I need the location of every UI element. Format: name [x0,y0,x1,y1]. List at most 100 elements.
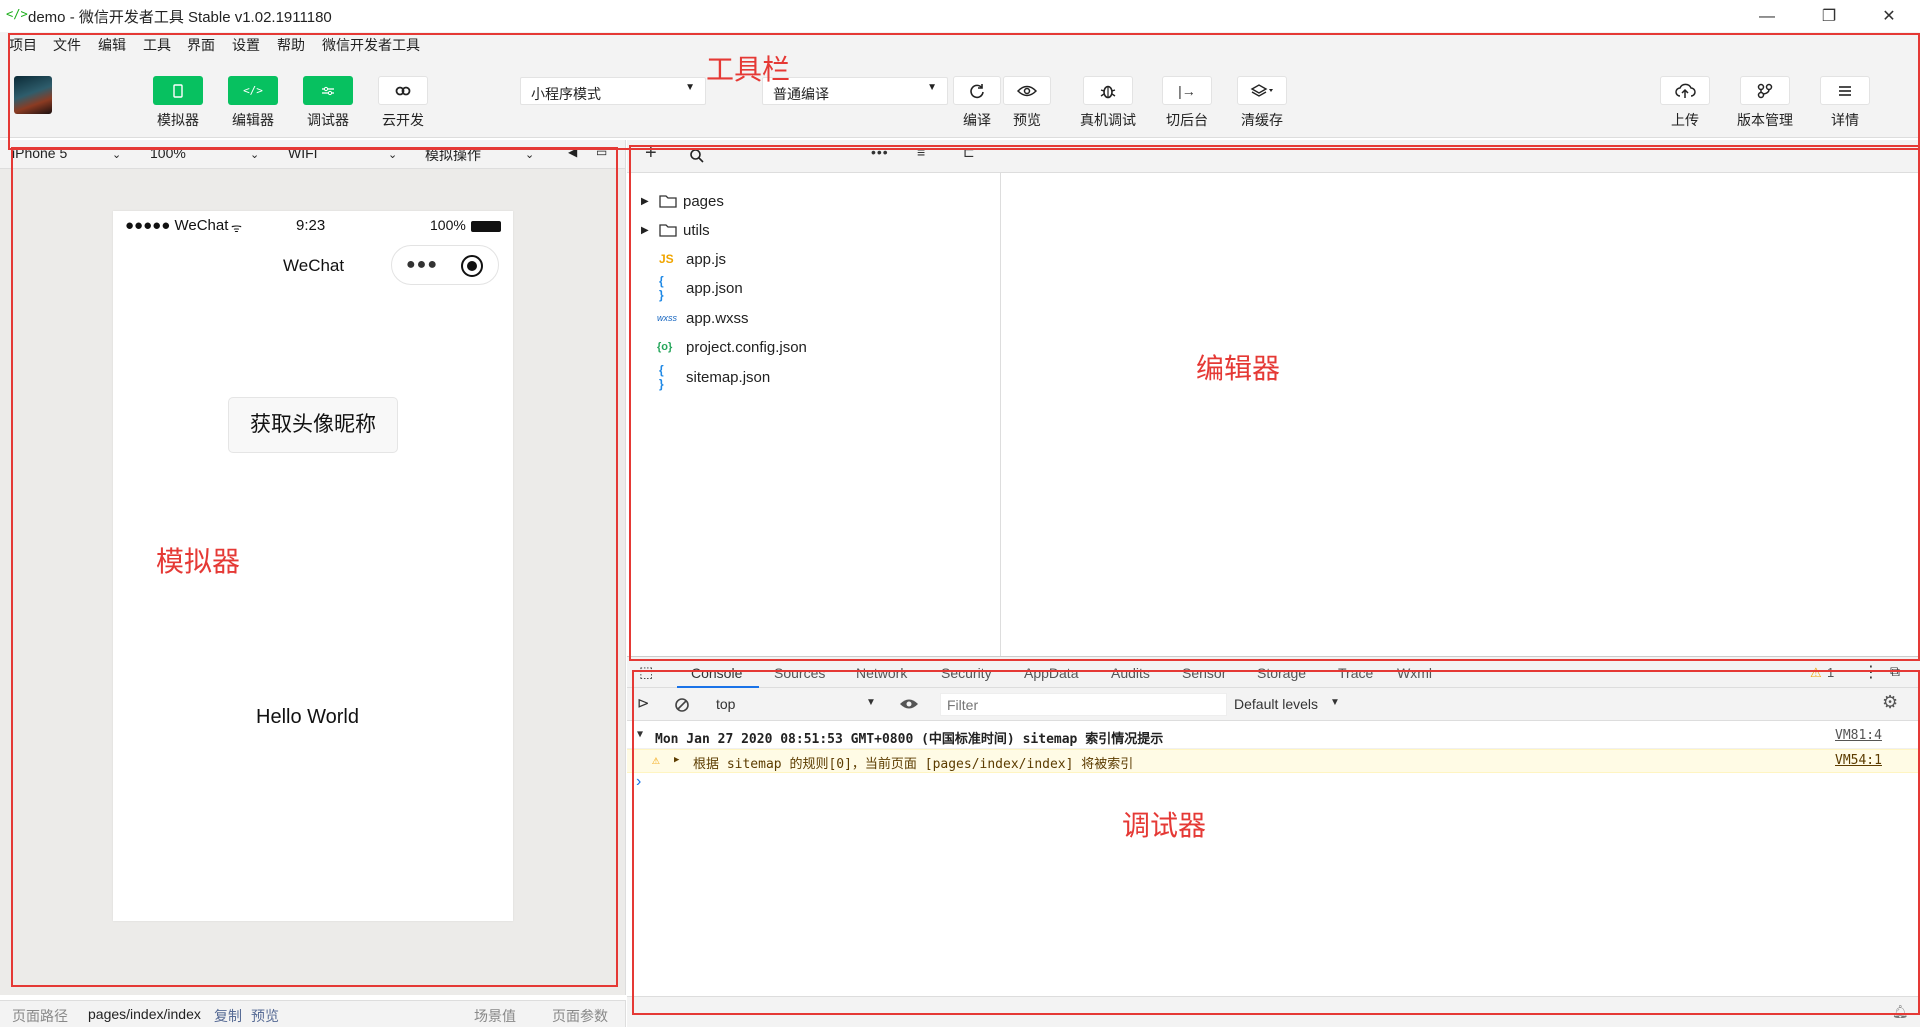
log-source-link[interactable]: VM81:4 [1835,728,1882,743]
tab-security[interactable]: Security [941,665,992,681]
tab-wxml[interactable]: Wxml [1397,665,1432,681]
tab-appdata[interactable]: AppData [1024,665,1078,681]
debugger-status-bar: 🔔︎ [627,996,1920,1027]
log-source-link[interactable]: VM54:1 [1835,753,1882,768]
collapse-icon[interactable]: ≡ [917,144,925,160]
log-text: 根据 sitemap 的规则[0]，当前页面 [pages/index/inde… [693,757,1134,772]
add-icon[interactable]: + [645,142,657,165]
tab-network[interactable]: Network [856,665,907,681]
tab-console[interactable]: Console [691,665,742,681]
warning-count[interactable]: 1 [1827,665,1834,680]
menu-file[interactable]: 文件 [53,35,81,55]
more-horizontal-icon[interactable]: ••• [871,144,889,160]
toggle-editor-button[interactable]: </> [228,76,278,105]
scene-button[interactable]: 场景值 [474,1006,516,1026]
undock-icon[interactable]: ⧉ [1890,663,1900,680]
device-select[interactable]: iPhone 5 [12,145,67,161]
preview-button[interactable] [1003,76,1051,105]
editor-toolbar: + ••• ≡ ⊏ [627,140,1920,173]
inspect-icon[interactable]: ⬚ [639,663,653,681]
cloud-dev-button[interactable] [378,76,428,105]
zoom-select[interactable]: 100% [150,145,186,161]
code-editor[interactable] [1002,173,1920,656]
split-icon[interactable]: ⊏ [963,144,975,161]
page-path-label: 页面路径 [12,1008,68,1024]
upload-label: 上传 [1671,112,1699,128]
page-params-button[interactable]: 页面参数 [552,1006,608,1026]
background-button[interactable]: |→ [1162,76,1212,105]
tab-trace[interactable]: Trace [1338,665,1373,681]
tab-audits[interactable]: Audits [1111,665,1150,681]
file-tree: ▶ pages ▶ utils JS app.js { } app.json w… [627,173,1001,656]
chevron-down-icon: ⌄ [525,149,535,161]
caret-down-icon: ▼ [927,82,937,93]
menu-view[interactable]: 界面 [187,35,215,55]
log-group[interactable]: ▼ Mon Jan 27 2020 08:51:53 GMT+0800 (中国标… [627,725,1920,749]
folder-icon [659,224,677,237]
menu-tools[interactable]: 工具 [143,35,171,55]
close-icon[interactable]: ✕ [1866,4,1912,30]
console-output: ▼ Mon Jan 27 2020 08:51:53 GMT+0800 (中国标… [627,721,1920,996]
sidebar-toggle-icon[interactable]: ⊳ [637,694,650,712]
capsule-menu[interactable]: ●●● [391,245,499,285]
status-signal: ●●●●● WeChat [125,217,229,234]
avatar[interactable] [14,76,52,114]
warning-icon: ⚠ [652,753,660,768]
clear-cache-label: 清缓存 [1241,112,1283,128]
menu-edit[interactable]: 编辑 [98,35,126,55]
toggle-debugger-button[interactable] [303,76,353,105]
console-filter-input[interactable] [940,693,1227,716]
tab-sources[interactable]: Sources [774,665,825,681]
compile-button[interactable] [953,76,1001,105]
window-title: demo - 微信开发者工具 Stable v1.02.1911180 [28,9,332,26]
search-icon[interactable] [689,148,705,164]
window-icon[interactable]: ▭ [596,145,607,159]
bell-icon[interactable]: 🔔︎ [1892,1004,1909,1020]
chevron-down-icon: ⌄ [112,149,122,161]
tree-item-label: utils [683,221,710,239]
menu-devtools[interactable]: 微信开发者工具 [322,35,420,55]
get-userinfo-button[interactable]: 获取头像昵称 [228,397,398,453]
version-button[interactable] [1740,76,1790,105]
minimize-icon[interactable]: — [1744,4,1790,30]
cloud-dev-label: 云开发 [382,112,424,128]
menu-settings[interactable]: 设置 [232,35,260,55]
preview-link[interactable]: 预览 [251,1006,279,1026]
page-path: pages/index/index [88,1006,201,1022]
more-icon[interactable]: ●●● [406,256,438,274]
json-file-icon: { } [659,363,664,391]
context-select[interactable]: top [716,696,735,712]
kebab-icon[interactable]: ⋮ [1863,662,1879,682]
log-text: Mon Jan 27 2020 08:51:53 GMT+0800 (中国标准时… [655,732,1164,747]
remote-debug-label: 真机调试 [1080,112,1136,128]
tab-storage[interactable]: Storage [1257,665,1306,681]
title-bar: </> demo - 微信开发者工具 Stable v1.02.1911180 … [0,0,1920,32]
tab-sensor[interactable]: Sensor [1182,665,1226,681]
volume-icon[interactable]: ◀ [568,145,577,159]
code-icon: </> [243,84,263,97]
simulator-toolbar: iPhone 5 ⌄ 100% ⌄ WIFI ⌄ 模拟操作 ⌄ ◀ ▭ [0,140,626,169]
eye-icon[interactable] [899,698,919,710]
annotation-toolbar-label: 工具栏 [706,53,791,86]
restore-icon[interactable]: ❐ [1806,4,1852,30]
log-levels-select[interactable]: Default levels [1234,696,1318,712]
upload-button[interactable] [1660,76,1710,105]
operation-select[interactable]: 模拟操作 [425,145,481,165]
network-select[interactable]: WIFI [288,145,318,161]
clear-cache-button[interactable] [1237,76,1287,105]
clear-console-icon[interactable] [674,697,690,713]
gear-icon[interactable]: ⚙ [1882,692,1898,713]
tree-item-label: project.config.json [686,338,807,356]
menu-help[interactable]: 帮助 [277,35,305,55]
menu-project[interactable]: 项目 [9,35,37,55]
details-button[interactable] [1820,76,1870,105]
log-warning-row[interactable]: ⚠ ▶ 根据 sitemap 的规则[0]，当前页面 [pages/index/… [627,749,1920,773]
copy-link[interactable]: 复制 [214,1006,242,1026]
toggle-simulator-button[interactable] [153,76,203,105]
caret-down-icon: ▼ [866,697,876,708]
remote-debug-button[interactable] [1083,76,1133,105]
console-prompt[interactable]: › [636,773,641,791]
close-mini-icon[interactable] [461,255,483,277]
mode-select[interactable]: 小程序模式 ▼ [520,77,706,105]
toggle-editor-label: 编辑器 [232,112,274,128]
